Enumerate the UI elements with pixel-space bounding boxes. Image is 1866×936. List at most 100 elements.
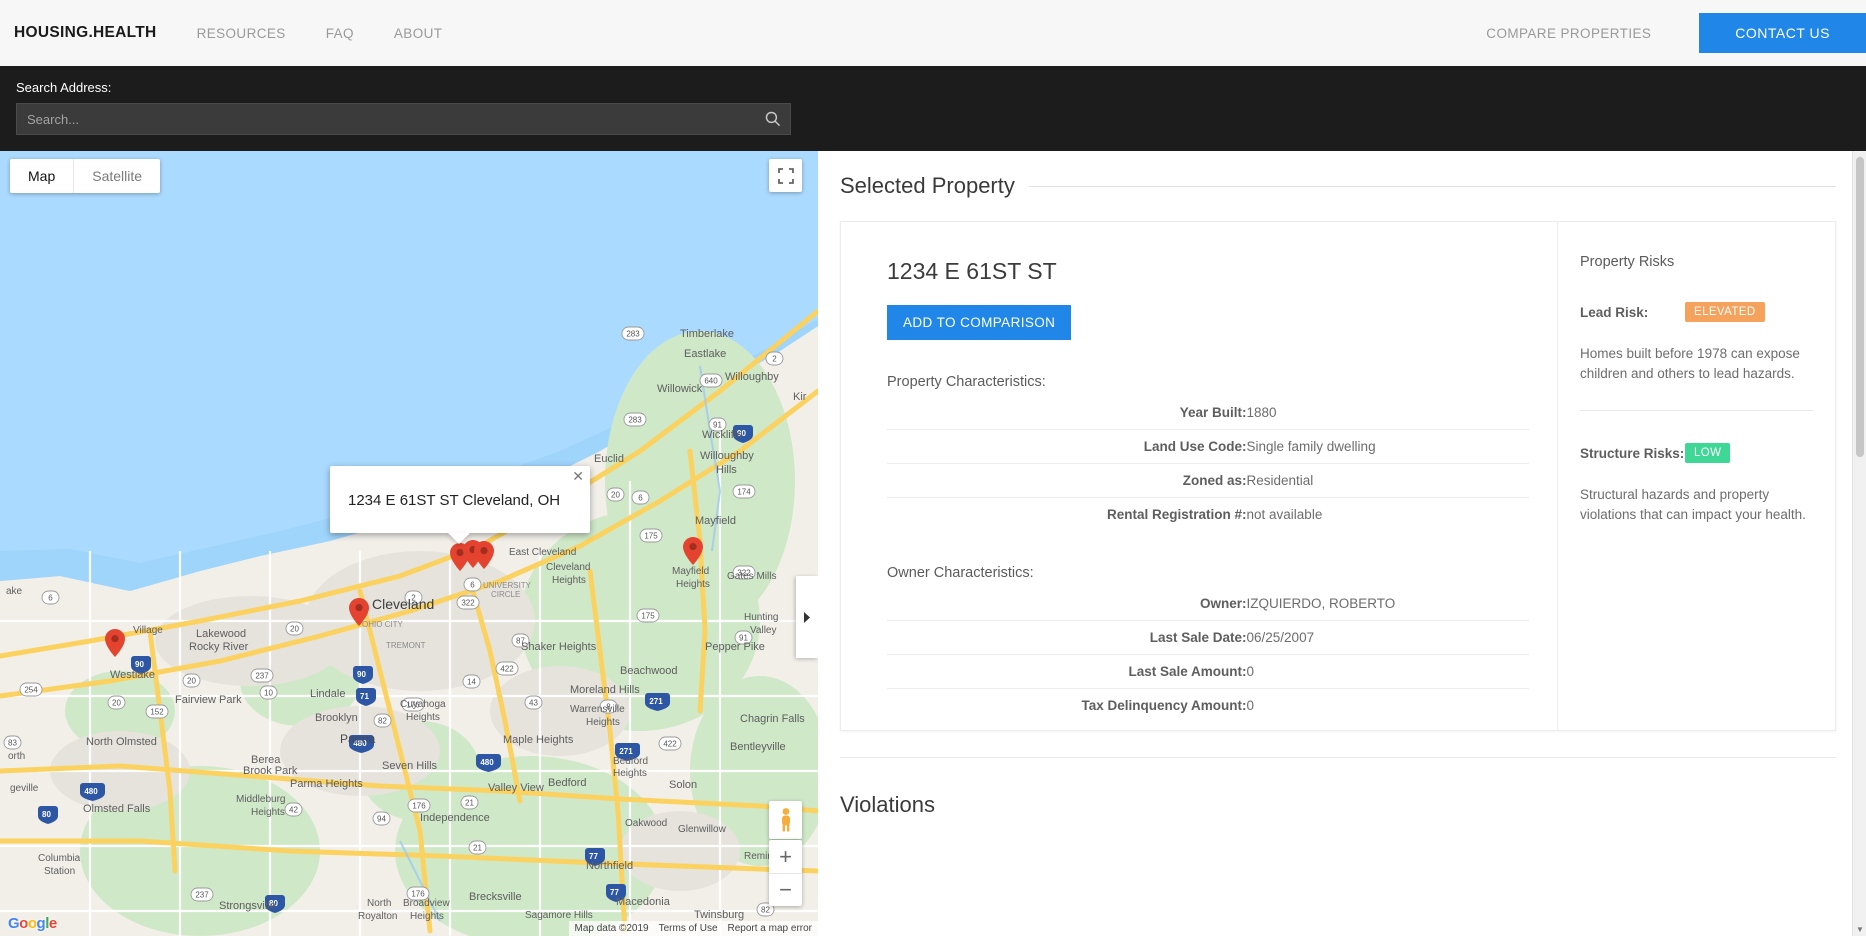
risk-divider: [1580, 410, 1813, 411]
map-marker-pin[interactable]: [683, 537, 703, 565]
search-input[interactable]: [16, 103, 791, 135]
compare-properties-link[interactable]: COMPARE PROPERTIES: [1486, 26, 1651, 41]
map-marker-pin[interactable]: [105, 629, 125, 657]
map-label: Wickliffe: [702, 429, 743, 441]
map-label: UNIVERSITY: [483, 581, 532, 590]
nav-link-about[interactable]: ABOUT: [394, 26, 443, 41]
map-label: Macedonia: [616, 896, 671, 908]
map-label: Eastlake: [684, 348, 726, 360]
table-row: Last Sale Amount: 0: [887, 654, 1529, 689]
scroll-thumb[interactable]: [1856, 157, 1864, 457]
infowindow-address: 1234 E 61ST ST Cleveland, OH: [348, 492, 561, 509]
map-label: Cleveland: [372, 596, 434, 612]
map-label: Euclid: [594, 453, 624, 465]
nav-link-resources[interactable]: RESOURCES: [197, 26, 286, 41]
google-logo: Google: [8, 915, 57, 932]
map-label: ake: [6, 586, 23, 597]
map-label: Willoughby: [700, 450, 754, 462]
map-label: Westlake: [110, 669, 155, 681]
add-to-comparison-button[interactable]: ADD TO COMPARISON: [887, 305, 1072, 340]
table-row: Land Use Code: Single family dwelling: [887, 429, 1529, 464]
chevron-right-icon: [804, 611, 810, 623]
map-label: Brecksville: [469, 891, 522, 903]
table-row: Tax Delinquency Amount: 0: [887, 688, 1529, 722]
map-side-panel-toggle[interactable]: [796, 576, 818, 658]
map-label: TREMONT: [386, 641, 426, 650]
map-marker-pin[interactable]: [349, 598, 369, 626]
map-label: Glenwillow: [678, 824, 727, 835]
map-label: Independence: [420, 812, 490, 824]
scroll-down-arrow[interactable]: ▼: [1853, 922, 1866, 936]
map-label: Brook Park: [243, 765, 298, 777]
map-label: Chagrin Falls: [740, 713, 805, 725]
map-label: Hills: [716, 464, 737, 476]
row-value: 06/25/2007: [1246, 620, 1529, 655]
row-value: 0: [1246, 654, 1529, 689]
map-terms-link[interactable]: Terms of Use: [659, 923, 718, 934]
map-label: CIRCLE: [491, 590, 520, 599]
map-label: Strongsville: [219, 900, 276, 912]
map-type-map[interactable]: Map: [10, 159, 73, 193]
row-label: Year Built:: [1179, 405, 1247, 420]
map-label: Heights: [676, 579, 710, 590]
table-row: Last Sale Date: 06/25/2007: [887, 620, 1529, 655]
row-value: not available: [1246, 497, 1529, 531]
map-label: Heights: [613, 768, 647, 779]
map-label: Middleburg: [236, 794, 285, 805]
row-value: 0: [1246, 688, 1529, 722]
map-label: Remir: [744, 851, 771, 862]
row-value: Residential: [1246, 463, 1529, 498]
map-label: Broadview: [403, 898, 450, 909]
map-label: Northfield: [586, 860, 633, 872]
structure-risk-row: Structure Risks: LOW: [1580, 443, 1813, 463]
map-label: Willoughby: [725, 371, 779, 383]
page-scrollbar[interactable]: ▲ ▼: [1852, 151, 1866, 936]
map-label: Beachwood: [620, 665, 678, 677]
map-type-satellite[interactable]: Satellite: [73, 159, 160, 193]
street-view-pegman-icon[interactable]: [769, 801, 802, 839]
row-label: Last Sale Date:: [887, 620, 1247, 655]
property-characteristics-table: Year Built: 1880 Land Use Code: Single f…: [887, 396, 1529, 531]
map-label: East Cleveland: [509, 547, 576, 558]
brand-logo[interactable]: HOUSING.HEALTH: [14, 24, 157, 42]
close-icon[interactable]: ✕: [572, 468, 584, 485]
property-card: 1234 E 61ST ST ADD TO COMPARISON Propert…: [840, 221, 1836, 731]
map-label: orth: [8, 751, 25, 762]
map-label: geville: [10, 783, 39, 794]
map-label: Heights: [410, 911, 444, 922]
page-title: Selected Property: [840, 173, 1015, 198]
map-label: Royalton: [358, 911, 397, 922]
nav-link-faq[interactable]: FAQ: [326, 26, 354, 41]
map-report-error-link[interactable]: Report a map error: [728, 923, 812, 934]
map-label: Kir: [793, 391, 807, 403]
map-zoom-controls[interactable]: + −: [769, 840, 802, 906]
table-row: Zoned as: Residential: [887, 463, 1529, 498]
map-label: Maple Heights: [503, 734, 574, 746]
top-nav-right: COMPARE PROPERTIES CONTACT US: [1486, 0, 1866, 66]
fullscreen-icon[interactable]: [769, 159, 802, 192]
map-label: Station: [44, 866, 75, 877]
map-marker-pin[interactable]: [474, 541, 494, 569]
map-label: Pepper Pike: [705, 641, 765, 653]
row-label: Zoned as:: [887, 463, 1247, 498]
zoom-in-button[interactable]: +: [769, 840, 802, 873]
map-label: Mayfield: [695, 515, 736, 527]
top-navigation-bar: HOUSING.HEALTH RESOURCES FAQ ABOUT COMPA…: [0, 0, 1866, 66]
infowindow-tail: [448, 533, 470, 544]
map-label: Cuyahoga: [400, 699, 446, 710]
map-infowindow[interactable]: ✕ 1234 E 61ST ST Cleveland, OH: [330, 466, 590, 544]
map-label: Hunting: [744, 612, 778, 623]
owner-characteristics-heading: Owner Characteristics:: [887, 565, 1034, 581]
zoom-out-button[interactable]: −: [769, 873, 802, 906]
row-label: Tax Delinquency Amount:: [887, 688, 1247, 722]
lead-risk-row: Lead Risk: ELEVATED: [1580, 302, 1813, 322]
owner-characteristics-table: Owner: IZQUIERDO, ROBERTO Last Sale Date…: [887, 587, 1529, 722]
contact-us-button[interactable]: CONTACT US: [1699, 13, 1866, 53]
panel-header: Selected Property: [840, 173, 1836, 199]
map-type-switcher[interactable]: Map Satellite: [10, 159, 161, 193]
map-label: North: [367, 898, 391, 909]
map-container[interactable]: 283 2 640 283 91 90 174 20 6 175 322 6 2 322 175 6 91 20 8…: [0, 151, 818, 936]
search-address-label: Search Address:: [16, 80, 112, 95]
map-label: Bentleyville: [730, 741, 786, 753]
map-label: Heights: [552, 575, 586, 586]
